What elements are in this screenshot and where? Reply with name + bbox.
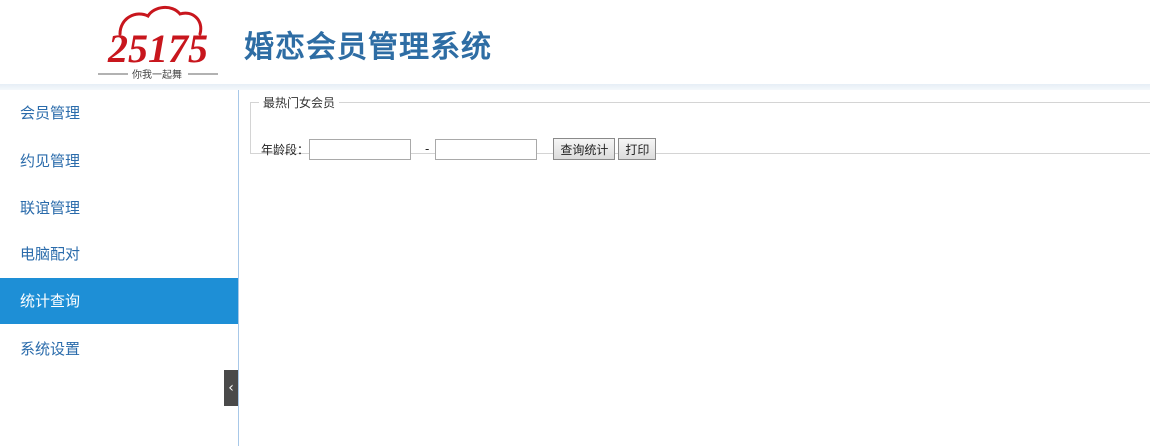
sidebar-nav: 会员管理 约见管理 联谊管理 电脑配对 统计查询 系统设置 ‹ (0, 90, 239, 446)
sidebar-item-social-event-management[interactable]: 联谊管理 (0, 185, 238, 231)
app-title: 婚恋会员管理系统 (244, 30, 492, 65)
main-content: 最热门女会员 年龄段： - 查询统计 打印 (246, 94, 1150, 446)
brand-logo: 25175 你我一起舞 (98, 4, 218, 82)
age-from-input[interactable] (309, 138, 412, 160)
sidebar-collapse-chevron-left-icon[interactable]: ‹ (224, 370, 238, 406)
age-to-input[interactable] (435, 138, 538, 160)
sidebar-item-computer-matching[interactable]: 电脑配对 (0, 231, 238, 277)
sidebar-item-statistics-query[interactable]: 统计查询 (0, 278, 238, 324)
age-filter-row: 年龄段： - 查询统计 打印 (261, 138, 657, 160)
logo-slogan: 你我一起舞 (132, 68, 182, 81)
print-button[interactable]: 打印 (618, 138, 657, 160)
sidebar-item-meeting-management[interactable]: 约见管理 (0, 138, 238, 184)
sidebar-item-system-settings[interactable]: 系统设置 (0, 326, 238, 372)
app-header: 25175 你我一起舞 婚恋会员管理系统 (0, 0, 1150, 90)
age-range-label: 年龄段： (261, 142, 310, 157)
age-range-separator: - (425, 142, 430, 156)
top-female-members-panel: 最热门女会员 年龄段： - 查询统计 打印 (250, 94, 1150, 160)
logo-number: 25175 (107, 26, 208, 71)
sidebar-item-member-management[interactable]: 会员管理 (0, 90, 238, 136)
panel-legend: 最热门女会员 (263, 96, 336, 110)
query-statistics-button[interactable]: 查询统计 (553, 138, 616, 160)
